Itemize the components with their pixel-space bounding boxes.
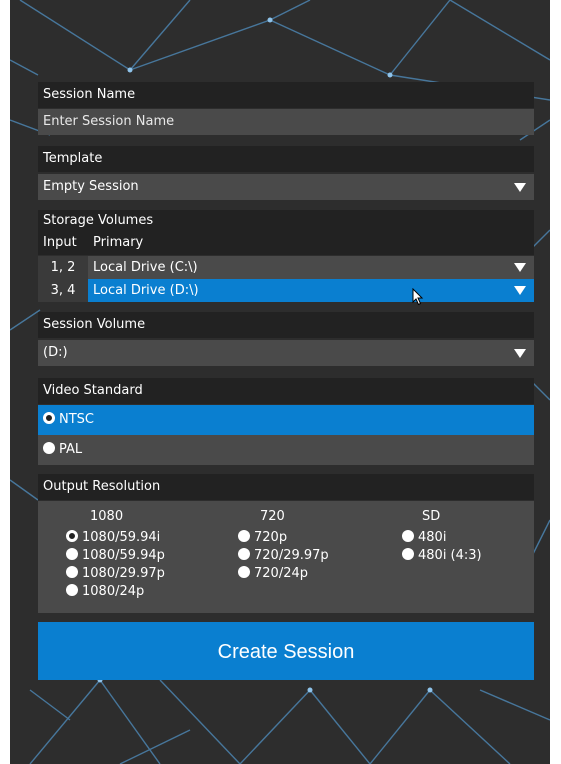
resolution-option[interactable]: 1080/59.94p [66,548,165,563]
dropdown-arrow-icon [514,263,526,272]
storage-row: 3, 4 Local Drive (D:\) [38,279,534,302]
session-name-input[interactable]: Enter Session Name [38,109,534,135]
storage-row-input: 1, 2 [38,256,88,279]
dropdown-arrow-icon [514,349,526,358]
storage-drive-value: Local Drive (D:\) [93,283,199,298]
resolution-label: 1080/29.97p [82,566,165,581]
template-dropdown[interactable]: Empty Session [38,174,534,200]
storage-drive-value: Local Drive (C:\) [93,260,198,275]
template-header: Template [38,146,534,172]
radio-unchecked-icon [402,548,414,560]
template-value: Empty Session [43,179,139,194]
storage-col-input: Input [43,235,77,250]
session-volume-dropdown[interactable]: (D:) [38,340,534,366]
mouse-cursor-icon [412,288,424,306]
radio-unchecked-icon [43,442,55,454]
storage-row-input: 3, 4 [38,279,88,302]
output-resolution-options: 1080 1080/59.94i 1080/59.94p 1080/29.97p… [38,501,534,613]
radio-unchecked-icon [238,566,250,578]
resolution-option[interactable]: 480i [402,530,446,545]
resolution-option[interactable]: 720/24p [238,566,308,581]
storage-row: 1, 2 Local Drive (C:\) [38,256,534,279]
resolution-label: 1080/59.94p [82,548,165,563]
resolution-group-sd: SD [422,509,441,524]
radio-unchecked-icon [238,530,250,542]
radio-unchecked-icon [66,548,78,560]
session-volume-header: Session Volume [38,312,534,338]
resolution-option[interactable]: 480i (4:3) [402,548,482,563]
create-session-button[interactable]: Create Session [38,622,534,680]
session-name-header: Session Name [38,82,534,108]
session-volume-value: (D:) [43,345,68,360]
resolution-option[interactable]: 1080/59.94i [66,530,160,545]
resolution-label: 480i [418,530,447,545]
video-standard-label: PAL [59,442,83,457]
resolution-label: 720/29.97p [254,548,329,563]
radio-unchecked-icon [402,530,414,542]
radio-checked-icon [66,530,78,542]
resolution-label: 720p [254,530,288,545]
dropdown-arrow-icon [514,286,526,295]
video-standard-label: NTSC [59,412,94,427]
radio-checked-icon [43,412,55,424]
output-resolution-header: Output Resolution [38,474,534,500]
resolution-group-720: 720 [260,509,285,524]
storage-col-primary: Primary [93,235,144,250]
resolution-label: 720/24p [254,566,308,581]
resolution-group-1080: 1080 [90,509,124,524]
resolution-option[interactable]: 720p [238,530,287,545]
dropdown-arrow-icon [514,183,526,192]
storage-volumes-header: Storage Volumes Input Primary [38,210,534,255]
storage-drive-dropdown-1[interactable]: Local Drive (C:\) [88,256,534,279]
resolution-option[interactable]: 720/29.97p [238,548,329,563]
video-standard-option-ntsc[interactable]: NTSC [38,405,534,435]
resolution-option[interactable]: 1080/29.97p [66,566,165,581]
storage-volumes-title: Storage Volumes [43,213,154,228]
app-window: Session Name Enter Session Name Template… [10,0,550,764]
radio-unchecked-icon [238,548,250,560]
storage-drive-dropdown-2[interactable]: Local Drive (D:\) [88,279,534,302]
video-standard-header: Video Standard [38,378,534,404]
resolution-label: 1080/59.94i [82,530,161,545]
resolution-option[interactable]: 1080/24p [66,584,144,599]
radio-unchecked-icon [66,584,78,596]
video-standard-option-pal[interactable]: PAL [38,435,534,465]
resolution-label: 1080/24p [82,584,145,599]
resolution-label: 480i (4:3) [418,548,482,563]
radio-unchecked-icon [66,566,78,578]
